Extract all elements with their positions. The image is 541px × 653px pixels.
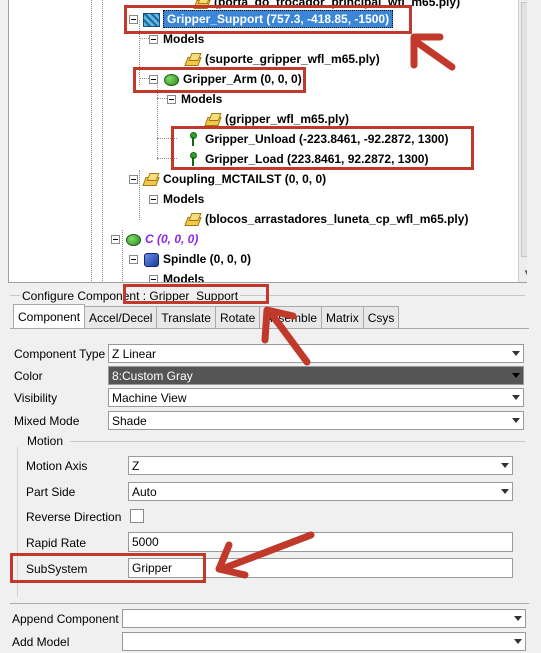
tree-item-models[interactable]: Models: [149, 270, 204, 282]
tree-item-c-axis[interactable]: C (0, 0, 0): [111, 230, 198, 248]
chevron-down-icon: [514, 639, 522, 644]
rapid-rate-label: Rapid Rate: [26, 536, 87, 550]
tab-bar: Component Accel/Decel Translate Rotate A…: [13, 304, 400, 328]
chevron-down-icon: [512, 418, 520, 423]
color-select[interactable]: 8:Custom Gray: [108, 366, 524, 385]
motion-group-title: Motion: [27, 434, 64, 448]
motion-axis-label: Motion Axis: [26, 459, 88, 473]
part-side-label: Part Side: [26, 485, 76, 499]
pointer-arrow-icon: [261, 306, 311, 366]
collapse-toggle[interactable]: [149, 34, 158, 44]
collapse-toggle[interactable]: [129, 174, 138, 184]
reverse-direction-checkbox[interactable]: [130, 509, 144, 523]
tab-rotate[interactable]: Rotate: [214, 306, 261, 328]
highlight-box: [10, 553, 206, 583]
group-separator: [70, 441, 525, 442]
section-separator: [10, 603, 529, 604]
component-type-label: Component Type: [14, 347, 106, 361]
model-file-icon: [185, 52, 201, 66]
tab-matrix[interactable]: Matrix: [321, 306, 364, 328]
rotary-axis-icon: [125, 232, 141, 246]
rapid-rate-input[interactable]: 5000: [128, 532, 513, 552]
pointer-arrow-icon: [410, 33, 456, 71]
add-model-select[interactable]: [122, 632, 526, 651]
collapse-toggle[interactable]: [129, 254, 138, 264]
chevron-down-icon: [501, 489, 509, 494]
highlight-box: [171, 126, 474, 170]
reverse-direction-label: Reverse Direction: [26, 510, 122, 524]
collapse-toggle[interactable]: [149, 274, 158, 282]
color-label: Color: [14, 369, 43, 383]
append-component-select[interactable]: [122, 609, 526, 628]
component-type-select[interactable]: Z Linear: [108, 344, 524, 363]
tab-component[interactable]: Component: [13, 304, 86, 328]
visibility-select[interactable]: Machine View: [108, 388, 524, 407]
mixed-mode-label: Mixed Mode: [14, 414, 80, 428]
chevron-down-icon: [512, 395, 520, 400]
configure-component-window: (porta_do_trocador_principal_wfl_m65.ply…: [0, 0, 541, 653]
tab-accel-decel[interactable]: Accel/Decel: [84, 306, 158, 328]
pointer-arrow-icon: [215, 531, 315, 579]
collapse-toggle[interactable]: [167, 94, 176, 104]
tab-translate[interactable]: Translate: [156, 306, 216, 328]
tree-item-coupling[interactable]: Coupling_MCTAILST (0, 0, 0): [129, 170, 326, 188]
add-model-label: Add Model: [12, 635, 70, 649]
mixed-mode-select[interactable]: Shade: [108, 411, 524, 430]
chevron-down-icon: [501, 463, 509, 468]
collapse-toggle[interactable]: [111, 234, 120, 244]
collapse-toggle[interactable]: [149, 194, 158, 204]
coupling-icon: [143, 172, 159, 186]
part-side-select[interactable]: Auto: [128, 482, 513, 501]
motion-axis-select[interactable]: Z: [128, 456, 513, 475]
visibility-label: Visibility: [14, 391, 58, 405]
scrollbar-thumb[interactable]: [521, 2, 527, 257]
highlight-box: [133, 67, 306, 93]
spindle-icon: [143, 252, 159, 267]
tree-item-models[interactable]: Models: [149, 190, 204, 208]
tree-item-model-file[interactable]: (suporte_gripper_wfl_m65.ply): [185, 50, 380, 68]
highlight-box: [123, 284, 269, 304]
chevron-down-icon: [512, 351, 520, 356]
model-file-icon: [205, 112, 221, 126]
tree-item-spindle[interactable]: Spindle (0, 0, 0): [129, 250, 251, 268]
tree-item-model-file[interactable]: (blocos_arrastadores_luneta_cp_wfl_m65.p…: [185, 210, 468, 228]
append-component-label: Append Component: [12, 612, 119, 626]
chevron-down-icon: [514, 616, 522, 621]
tab-csys[interactable]: Csys: [362, 306, 400, 328]
scroll-down-icon[interactable]: ▼: [523, 268, 527, 277]
chevron-down-icon: [512, 373, 520, 378]
model-file-icon: [185, 212, 201, 226]
highlight-box: [124, 5, 412, 34]
tree-scrollbar[interactable]: ▼: [518, 0, 527, 282]
